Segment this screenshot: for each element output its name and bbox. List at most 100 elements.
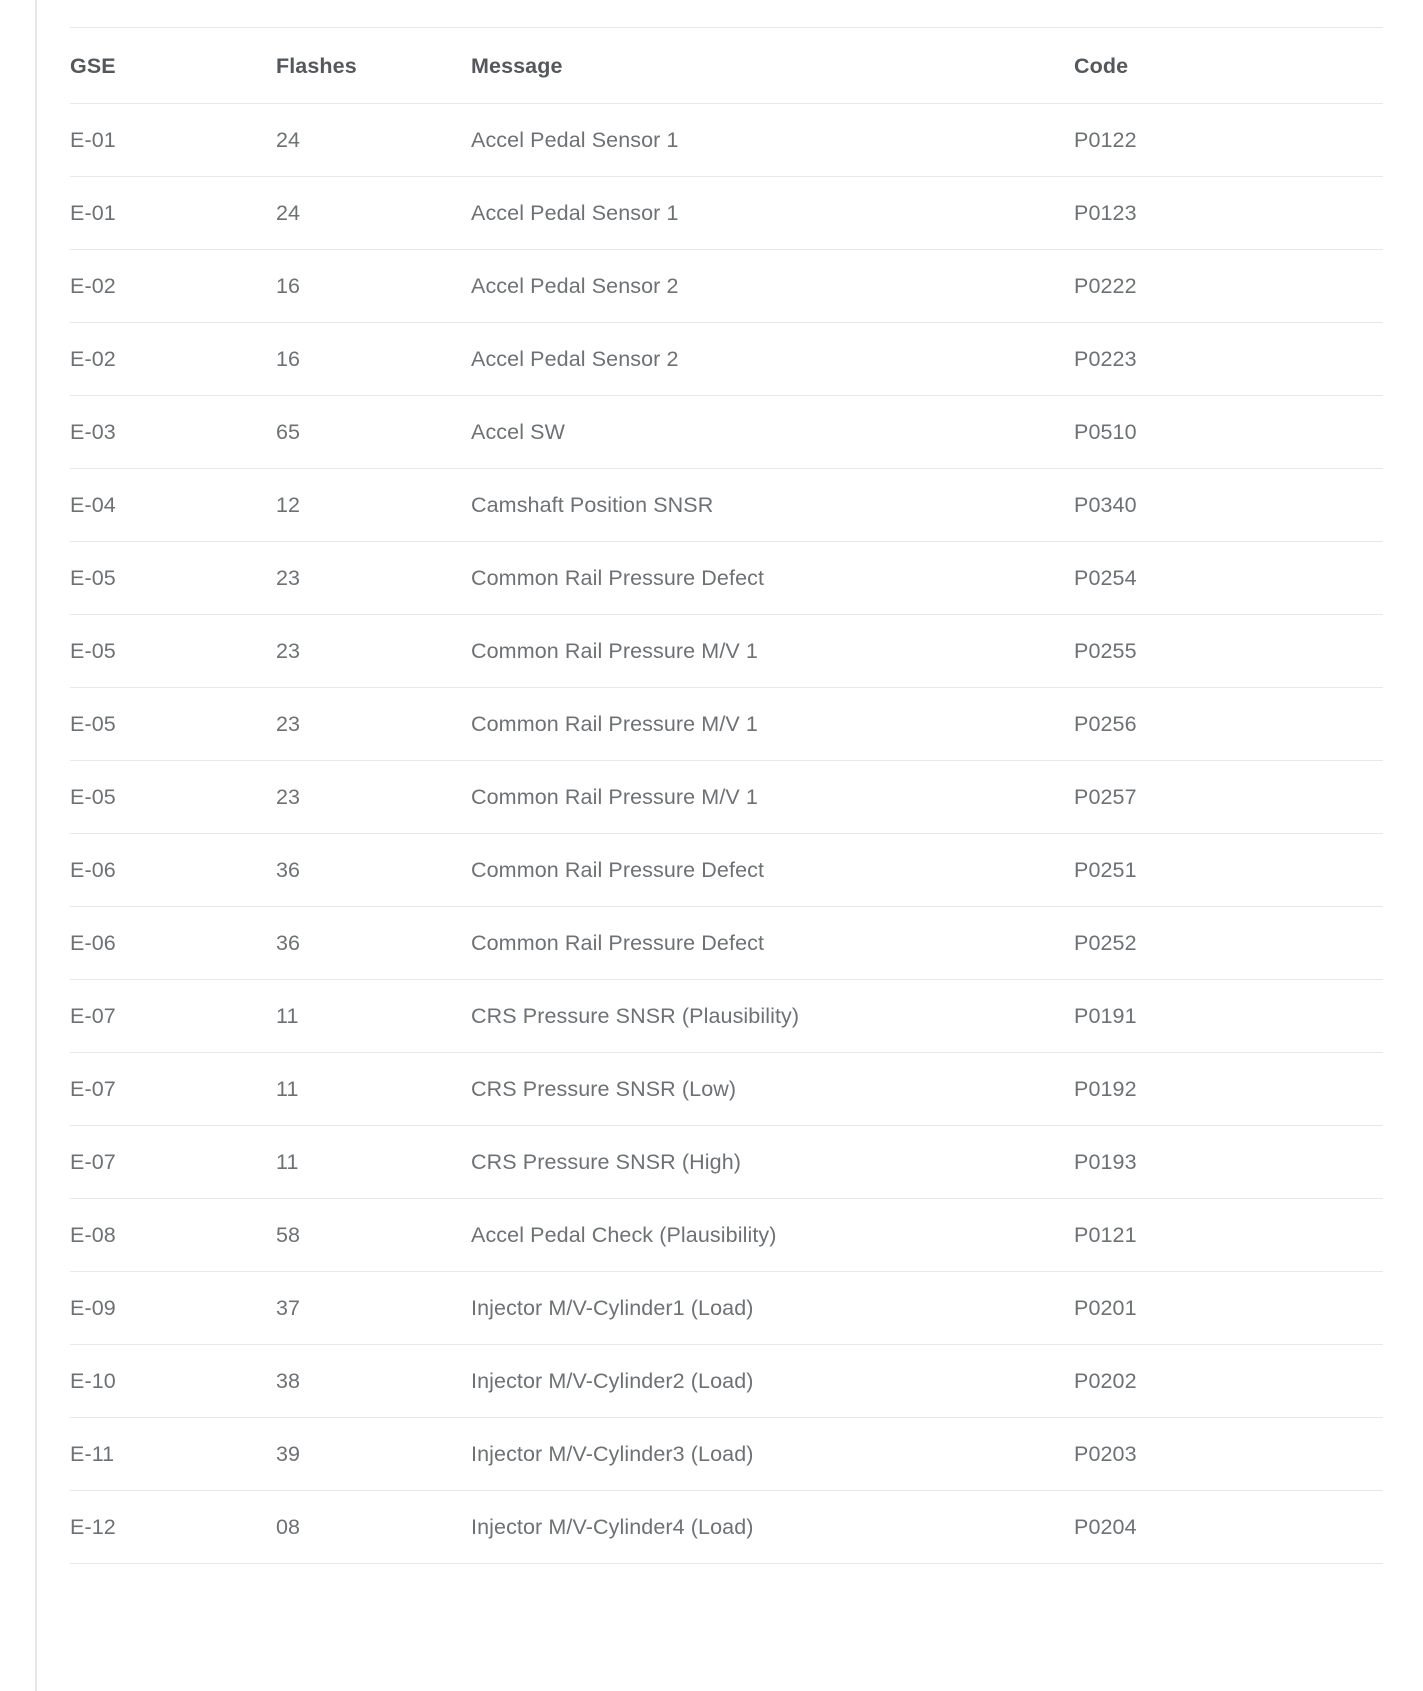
cell-gse: E-02 [70,273,116,298]
table-row: E-12 08 Injector M/V-Cylinder4 (Load) P0… [70,1491,1383,1564]
cell-gse: E-01 [70,127,116,152]
dtc-table-container: GSE Flashes Message Code E-01 24 Accel P… [70,27,1383,1564]
cell-code: P0256 [1074,711,1137,736]
cell-code: P0123 [1074,200,1137,225]
table-row: E-05 23 Common Rail Pressure Defect P025… [70,542,1383,615]
cell-message: Accel Pedal Check (Plausibility) [471,1222,777,1247]
left-vertical-rule [35,0,37,1691]
table-row: E-08 58 Accel Pedal Check (Plausibility)… [70,1199,1383,1272]
cell-flashes: 12 [276,492,301,517]
table-row: E-11 39 Injector M/V-Cylinder3 (Load) P0… [70,1418,1383,1491]
cell-flashes: 11 [276,1003,299,1028]
cell-gse: E-05 [70,711,116,736]
cell-code: P0251 [1074,857,1137,882]
cell-message: Accel Pedal Sensor 1 [471,200,679,225]
cell-code: P0204 [1074,1514,1137,1539]
cell-message: CRS Pressure SNSR (High) [471,1149,742,1174]
table-row: E-06 36 Common Rail Pressure Defect P025… [70,907,1383,980]
cell-message: Accel SW [471,419,565,444]
cell-gse: E-10 [70,1368,116,1393]
cell-flashes: 08 [276,1514,301,1539]
page-root: GSE Flashes Message Code E-01 24 Accel P… [0,0,1423,1691]
table-row: E-07 11 CRS Pressure SNSR (Low) P0192 [70,1053,1383,1126]
table-header-row: GSE Flashes Message Code [70,27,1383,104]
cell-message: Common Rail Pressure Defect [471,857,765,882]
table-row: E-09 37 Injector M/V-Cylinder1 (Load) P0… [70,1272,1383,1345]
cell-message: Accel Pedal Sensor 2 [471,273,679,298]
table-row: E-07 11 CRS Pressure SNSR (Plausibility)… [70,980,1383,1053]
cell-message: Common Rail Pressure M/V 1 [471,638,758,663]
cell-message: Injector M/V-Cylinder4 (Load) [471,1514,754,1539]
table-row: E-01 24 Accel Pedal Sensor 1 P0122 [70,104,1383,177]
cell-gse: E-06 [70,930,116,955]
cell-gse: E-07 [70,1003,116,1028]
cell-gse: E-09 [70,1295,116,1320]
cell-flashes: 16 [276,346,301,371]
column-header-flashes: Flashes [276,54,357,78]
cell-code: P0257 [1074,784,1137,809]
cell-flashes: 23 [276,711,301,736]
cell-code: P0191 [1074,1003,1137,1028]
cell-code: P0510 [1074,419,1137,444]
cell-flashes: 37 [276,1295,301,1320]
cell-code: P0255 [1074,638,1137,663]
cell-message: Injector M/V-Cylinder2 (Load) [471,1368,754,1393]
cell-code: P0122 [1074,127,1137,152]
cell-gse: E-05 [70,784,116,809]
table-row: E-02 16 Accel Pedal Sensor 2 P0223 [70,323,1383,396]
cell-message: CRS Pressure SNSR (Plausibility) [471,1003,800,1028]
table-header: GSE Flashes Message Code [70,27,1383,104]
cell-code: P0222 [1074,273,1137,298]
cell-gse: E-06 [70,857,116,882]
table-body: E-01 24 Accel Pedal Sensor 1 P0122 E-01 … [70,104,1383,1564]
cell-code: P0121 [1074,1222,1137,1247]
cell-flashes: 58 [276,1222,301,1247]
table-row: E-01 24 Accel Pedal Sensor 1 P0123 [70,177,1383,250]
column-header-gse: GSE [70,54,116,78]
table-row: E-05 23 Common Rail Pressure M/V 1 P0255 [70,615,1383,688]
table-row: E-05 23 Common Rail Pressure M/V 1 P0256 [70,688,1383,761]
cell-flashes: 23 [276,638,301,663]
cell-flashes: 39 [276,1441,301,1466]
cell-flashes: 36 [276,930,301,955]
cell-message: Injector M/V-Cylinder3 (Load) [471,1441,754,1466]
cell-gse: E-02 [70,346,116,371]
cell-flashes: 23 [276,784,301,809]
column-header-message: Message [471,54,563,78]
cell-gse: E-04 [70,492,116,517]
cell-gse: E-03 [70,419,116,444]
cell-flashes: 24 [276,127,301,152]
table-row: E-10 38 Injector M/V-Cylinder2 (Load) P0… [70,1345,1383,1418]
cell-flashes: 24 [276,200,301,225]
cell-gse: E-05 [70,638,116,663]
cell-message: Accel Pedal Sensor 1 [471,127,679,152]
cell-flashes: 11 [276,1076,299,1101]
cell-flashes: 11 [276,1149,299,1174]
cell-gse: E-08 [70,1222,116,1247]
cell-code: P0254 [1074,565,1137,590]
column-header-code: Code [1074,54,1129,78]
cell-code: P0193 [1074,1149,1137,1174]
cell-message: Common Rail Pressure M/V 1 [471,711,758,736]
cell-gse: E-05 [70,565,116,590]
table-row: E-07 11 CRS Pressure SNSR (High) P0193 [70,1126,1383,1199]
cell-message: Injector M/V-Cylinder1 (Load) [471,1295,754,1320]
cell-flashes: 23 [276,565,301,590]
cell-message: Accel Pedal Sensor 2 [471,346,679,371]
cell-code: P0340 [1074,492,1137,517]
cell-code: P0223 [1074,346,1137,371]
cell-gse: E-01 [70,200,116,225]
cell-message: Common Rail Pressure M/V 1 [471,784,758,809]
cell-code: P0202 [1074,1368,1137,1393]
cell-code: P0201 [1074,1295,1137,1320]
table-row: E-06 36 Common Rail Pressure Defect P025… [70,834,1383,907]
table-row: E-03 65 Accel SW P0510 [70,396,1383,469]
cell-gse: E-11 [70,1441,115,1466]
cell-flashes: 65 [276,419,301,444]
table-row: E-05 23 Common Rail Pressure M/V 1 P0257 [70,761,1383,834]
cell-message: CRS Pressure SNSR (Low) [471,1076,737,1101]
cell-gse: E-07 [70,1076,116,1101]
cell-flashes: 16 [276,273,301,298]
cell-message: Common Rail Pressure Defect [471,930,765,955]
cell-code: P0203 [1074,1441,1137,1466]
